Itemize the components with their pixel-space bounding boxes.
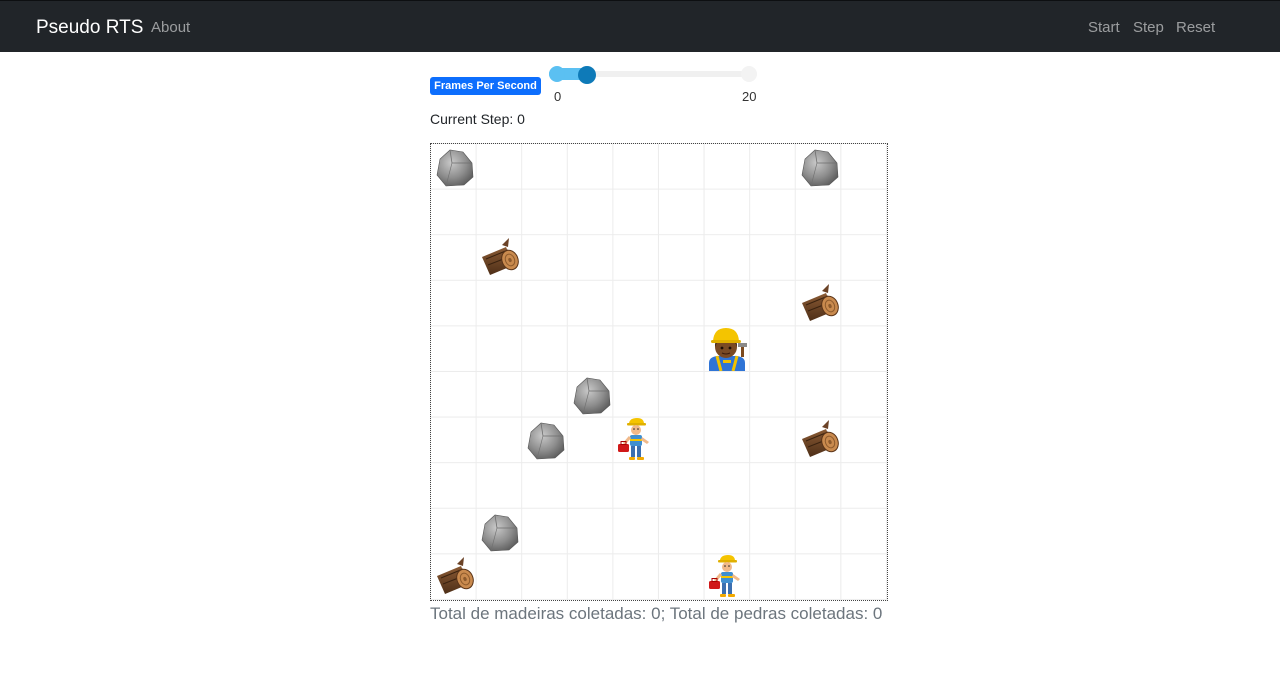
rock-icon [432, 145, 476, 194]
fps-badge: Frames Per Second [430, 77, 541, 95]
nav-reset-link[interactable]: Reset [1176, 19, 1215, 36]
fps-slider[interactable] [549, 66, 759, 86]
builder-icon [616, 418, 656, 467]
current-step-label: Current Step: 0 [430, 111, 525, 127]
rock-icon [523, 418, 567, 467]
slider-end-cap [741, 66, 757, 82]
female-worker-icon [705, 327, 749, 376]
wood-icon [431, 554, 477, 605]
wood-icon [796, 281, 842, 332]
slider-min-label: 0 [554, 89, 562, 104]
slider-max-label: 20 [742, 89, 757, 104]
brand-link[interactable]: Pseudo RTS [36, 17, 143, 39]
navbar: Pseudo RTS About Start Step Reset [0, 0, 1280, 52]
nav-step-link[interactable]: Step [1133, 19, 1164, 36]
builder-icon [707, 555, 747, 604]
rock-icon [477, 510, 521, 559]
wood-icon [796, 417, 842, 468]
rock-icon [797, 145, 841, 194]
nav-start-link[interactable]: Start [1088, 19, 1120, 36]
game-grid[interactable] [430, 143, 888, 601]
slider-handle[interactable] [578, 66, 596, 84]
nav-about-link[interactable]: About [151, 19, 190, 36]
slider-start-cap [549, 66, 565, 82]
wood-icon [476, 235, 522, 286]
totals-text: Total de madeiras coletadas: 0; Total de… [430, 604, 883, 623]
rock-icon [569, 373, 613, 422]
